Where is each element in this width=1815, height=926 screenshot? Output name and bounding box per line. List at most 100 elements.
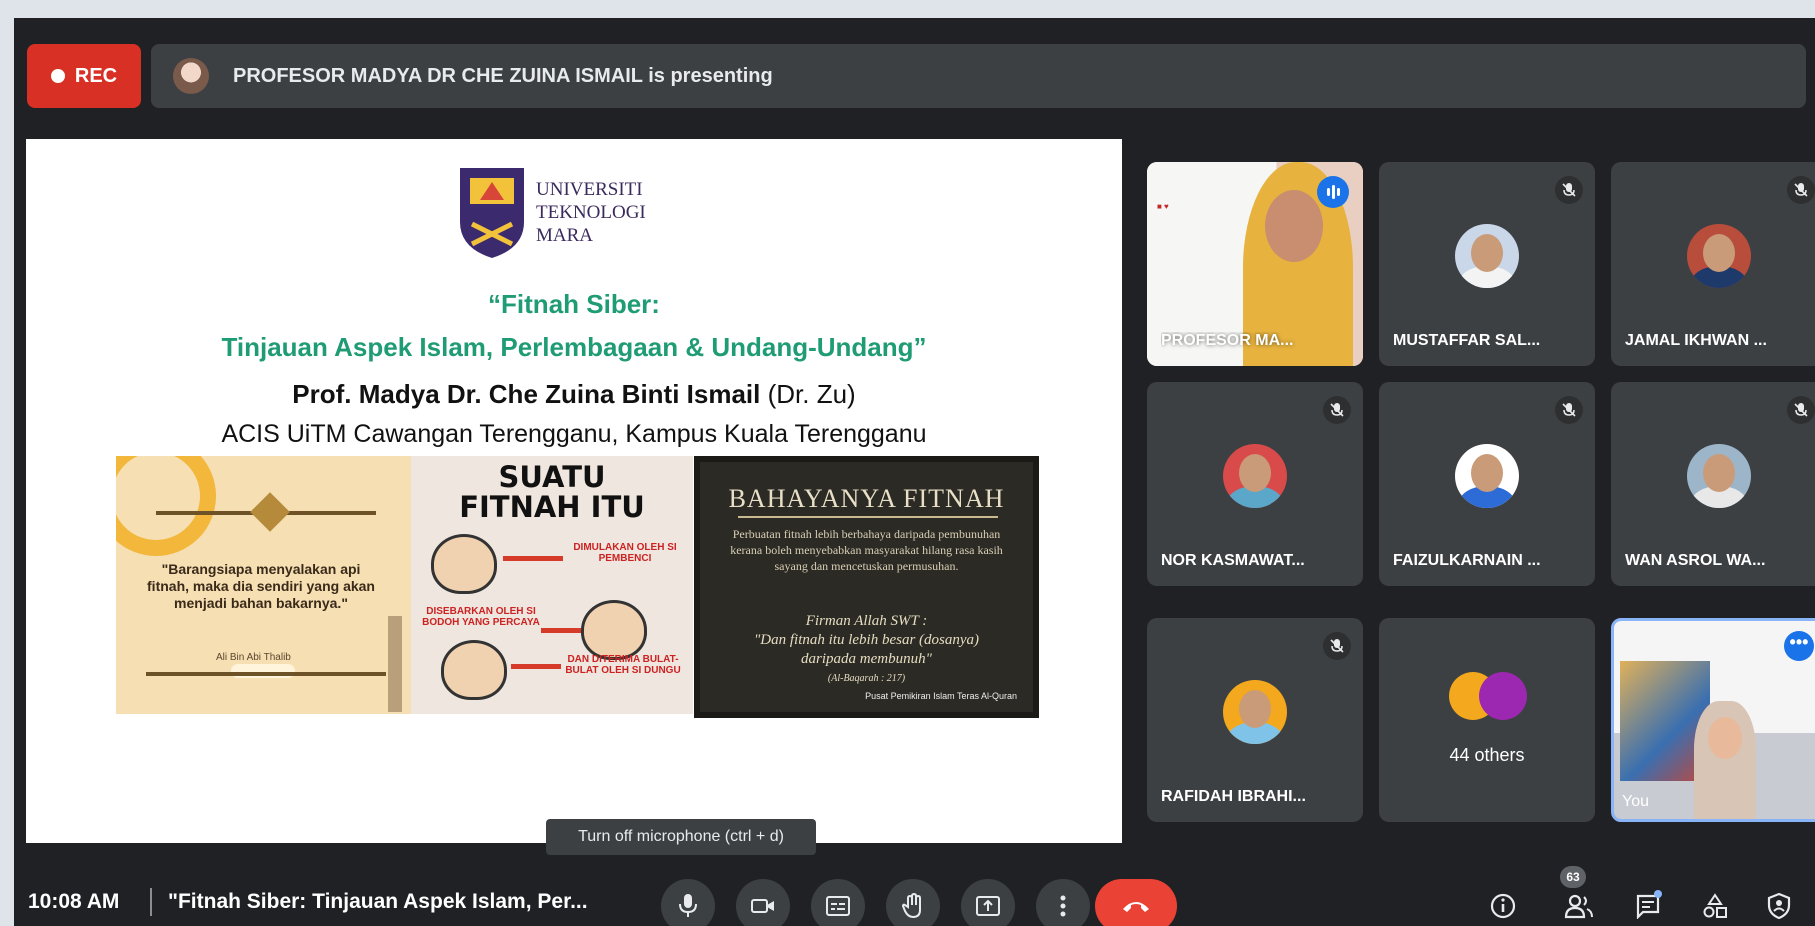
comic-label-2: DISEBARKAN OLEH SI BODOH YANG PERCAYA	[422, 606, 540, 628]
participant-face	[1265, 190, 1323, 262]
comic-heading-line2: FITNAH ITU	[459, 490, 645, 524]
image-title: BAHAYANYA FITNAH	[728, 484, 1005, 513]
university-line3: MARA	[536, 224, 594, 246]
people-button[interactable]	[1559, 886, 1599, 926]
arrow-icon	[541, 628, 581, 633]
self-label: You	[1622, 793, 1649, 810]
others-count: 44 others	[1449, 745, 1525, 765]
comic-face-icon	[581, 600, 647, 660]
meeting-title: "Fitnah Siber: Tinjauan Aspek Islam, Per…	[168, 890, 588, 913]
participant-name: FAIZULKARNAIN ...	[1393, 552, 1541, 569]
host-controls-button[interactable]	[1759, 886, 1799, 926]
university-line1: UNIVERSITI	[536, 178, 643, 200]
mic-off-icon	[1555, 396, 1583, 424]
speaking-indicator-icon	[1317, 176, 1349, 208]
present-button[interactable]	[961, 879, 1015, 926]
image-signature: Pusat Pemikiran Islam Teras Al-Quran	[865, 691, 1017, 701]
mic-icon	[679, 894, 697, 917]
participant-tile-presenter[interactable]: ■ ♥ PROFESOR MA...	[1147, 162, 1363, 366]
participant-tile[interactable]: RAFIDAH IBRAHI...	[1147, 618, 1363, 822]
uitm-crest-icon	[460, 168, 524, 258]
tile-more-options-icon[interactable]: •••	[1784, 631, 1814, 661]
mic-off-icon	[1787, 176, 1815, 204]
recording-indicator: REC	[27, 44, 141, 108]
firman-text: "Dan fitnah itu lebih besar (dosanya) da…	[753, 632, 980, 667]
meeting-details-button[interactable]	[1483, 886, 1523, 926]
avatar	[1479, 672, 1527, 720]
self-view-tile[interactable]: ••• You	[1611, 618, 1815, 822]
leave-call-button[interactable]	[1095, 879, 1177, 926]
others-tile[interactable]: 44 others	[1379, 618, 1595, 822]
hang-up-icon	[1123, 902, 1149, 912]
participant-name: JAMAL IKHWAN ...	[1625, 332, 1767, 349]
comic-face-icon	[431, 534, 497, 594]
image-firman: Firman Allah SWT : "Dan fitnah itu lebih…	[730, 612, 1003, 688]
avatar	[1455, 224, 1519, 288]
mic-off-icon	[1323, 396, 1351, 424]
ornament-icon	[116, 456, 216, 556]
university-logo: UNIVERSITI TEKNOLOGI MARA	[456, 164, 646, 260]
comic-heading-line1: SUATU	[498, 460, 606, 494]
quote-text: "Barangsiapa menyalakan api fitnah, maka…	[147, 561, 375, 611]
mic-off-icon	[1787, 396, 1815, 424]
participant-name: PROFESOR MA...	[1161, 332, 1294, 349]
present-icon	[976, 896, 1000, 916]
participant-name: RAFIDAH IBRAHI...	[1161, 788, 1306, 805]
comic-label-1: DIMULAKAN OLEH SI PEMBENCI	[573, 542, 677, 564]
slide-title-line2: Tinjauan Aspek Islam, Perlembagaan & Und…	[221, 332, 927, 362]
slide-title-line1: “Fitnah Siber:	[488, 289, 660, 319]
raise-hand-button[interactable]	[886, 879, 940, 926]
bahaya-fitnah-image: BAHAYANYA FITNAH Perbuatan fitnah lebih …	[694, 456, 1039, 718]
fitnah-comic-image: SUATU FITNAH ITU DIMULAKAN OLEH SI PEMBE…	[411, 456, 693, 714]
participant-tile[interactable]: MUSTAFFAR SAL...	[1379, 162, 1595, 366]
presenter-avatar	[173, 58, 209, 94]
participant-face	[1708, 717, 1742, 759]
raise-hand-icon	[902, 893, 921, 919]
participant-tile[interactable]: JAMAL IKHWAN ...	[1611, 162, 1815, 366]
presenting-banner: PROFESOR MADYA DR CHE ZUINA ISMAIL is pr…	[151, 44, 1806, 108]
mic-off-icon	[1323, 632, 1351, 660]
activities-icon	[1703, 893, 1727, 918]
participant-tile[interactable]: WAN ASROL WA...	[1611, 382, 1815, 586]
activities-button[interactable]	[1695, 886, 1735, 926]
arrow-icon	[503, 556, 563, 561]
minaret-icon	[388, 616, 402, 712]
medallion-icon	[250, 492, 290, 532]
divider	[146, 672, 386, 676]
avatar	[1223, 444, 1287, 508]
participant-name: MUSTAFFAR SAL...	[1393, 332, 1541, 349]
divider	[150, 888, 152, 916]
microphone-button[interactable]	[661, 879, 715, 926]
author-nickname: (Dr. Zu)	[760, 379, 856, 409]
info-icon	[1490, 893, 1516, 919]
quote-source: Ali Bin Abi Thalib	[216, 652, 291, 663]
captions-icon	[826, 896, 850, 916]
captions-button[interactable]	[811, 879, 865, 926]
recording-label: REC	[74, 64, 118, 87]
avatar	[1455, 444, 1519, 508]
camera-icon	[751, 899, 774, 913]
presenting-text: PROFESOR MADYA DR CHE ZUINA ISMAIL is pr…	[233, 64, 773, 87]
chat-notification-dot	[1654, 890, 1662, 898]
people-icon	[1564, 894, 1593, 919]
slide-logo-icon: ■ ♥	[1157, 202, 1169, 211]
participant-tile[interactable]: FAIZULKARNAIN ...	[1379, 382, 1595, 586]
comic-heading: SUATU FITNAH ITU	[411, 462, 693, 522]
firman-label: Firman Allah SWT :	[805, 613, 928, 629]
more-options-button[interactable]	[1036, 879, 1090, 926]
slide-organization: ACIS UiTM Cawangan Terengganu, Kampus Ku…	[221, 420, 927, 448]
firman-reference: (Al-Baqarah : 217)	[827, 673, 906, 684]
comic-face-icon	[441, 640, 507, 700]
participant-tile[interactable]: NOR KASMAWAT...	[1147, 382, 1363, 586]
chat-button[interactable]	[1628, 886, 1668, 926]
microphone-tooltip: Turn off microphone (ctrl + d)	[546, 819, 816, 855]
slide-author: Prof. Madya Dr. Che Zuina Binti Ismail (…	[26, 379, 1122, 410]
participant-name: WAN ASROL WA...	[1625, 552, 1766, 569]
camera-button[interactable]	[736, 879, 790, 926]
image-body: Perbuatan fitnah lebih berbahaya daripad…	[730, 527, 1003, 573]
comic-label-3: DAN DITERIMA BULAT-BULAT OLEH SI DUNGU	[565, 654, 681, 676]
divider	[738, 516, 998, 518]
participant-name: NOR KASMAWAT...	[1161, 552, 1305, 569]
quote-image: "Barangsiapa menyalakan api fitnah, maka…	[116, 456, 411, 714]
university-line2: TEKNOLOGI	[536, 201, 646, 223]
